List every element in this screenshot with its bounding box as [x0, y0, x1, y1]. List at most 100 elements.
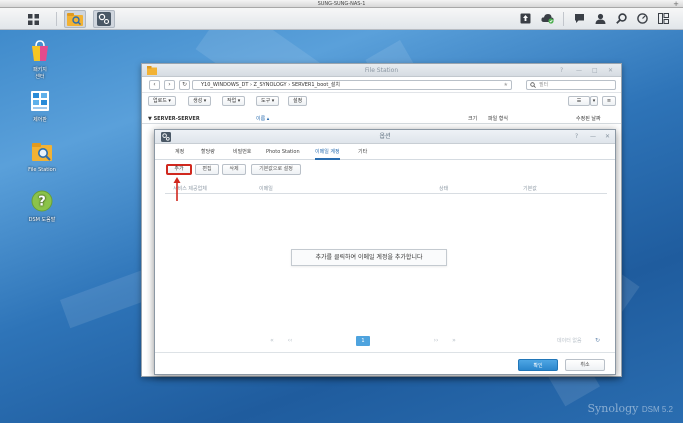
sort-icon: ≡	[606, 98, 612, 104]
dialog-help-icon[interactable]: ?	[575, 130, 578, 144]
filter-input[interactable]: 필터	[526, 80, 616, 90]
edit-button[interactable]: 편집	[195, 164, 219, 175]
tab-account[interactable]: 계정	[175, 144, 184, 160]
chat-bubble-icon	[575, 14, 584, 23]
widgets-button[interactable]	[657, 12, 670, 25]
tools-button[interactable]: 도구 ▾	[256, 96, 280, 106]
desktop-dsm-help[interactable]: ? DSM 도움말	[22, 190, 62, 223]
dsm-version: DSM 5.2	[641, 405, 673, 414]
svg-text:?: ?	[38, 195, 46, 210]
notifications-button[interactable]	[573, 12, 586, 25]
desktop-file-station[interactable]: File Station	[22, 141, 62, 173]
upload-icon	[520, 13, 531, 24]
synology-watermark: Synology DSM 5.2	[588, 402, 673, 415]
package-center-label: 패키지 센터	[33, 67, 47, 80]
current-page[interactable]: 1	[356, 336, 370, 346]
dialog-close-icon[interactable]: ✕	[605, 130, 610, 144]
resource-monitor-button[interactable]	[636, 12, 649, 25]
pagination: « ‹‹ 1 ›› » 데이터 없음 ↻	[165, 334, 607, 348]
tab-email-account[interactable]: 이메일 계정	[315, 144, 340, 160]
brand-name: Synology	[587, 402, 639, 415]
tab-photo-station[interactable]: Photo Station	[266, 144, 300, 160]
last-page-button[interactable]: »	[447, 336, 461, 346]
file-station-toolbar: 업로드 ▾ 생성 ▾ 작업 ▾ 도구 ▾ 설정 ☰ ▾ ≡	[142, 93, 621, 109]
add-button[interactable]: 추가	[166, 164, 192, 175]
search-icon	[530, 82, 536, 88]
dialog-toolbar: 추가 편집 삭제 기본값으로 설정	[155, 160, 615, 178]
column-size[interactable]: 크기	[468, 114, 477, 124]
dialog-footer: 확인 취소	[155, 352, 615, 374]
create-button[interactable]: 생성 ▾	[188, 96, 212, 106]
view-list-button[interactable]: ☰	[568, 96, 590, 106]
control-panel-icon	[31, 91, 49, 111]
tab-other[interactable]: 기타	[358, 144, 367, 160]
main-menu-button[interactable]	[22, 10, 44, 28]
cancel-button[interactable]: 취소	[565, 359, 605, 371]
column-modified[interactable]: 수정된 날짜	[576, 114, 601, 124]
column-type[interactable]: 파일 형식	[488, 114, 508, 124]
dialog-minimize-icon[interactable]: —	[590, 130, 596, 144]
tab-quota[interactable]: 할당량	[201, 144, 215, 160]
cloud-sync-button[interactable]	[541, 12, 554, 25]
dialog-tabs: 계정 할당량 비밀번호 Photo Station 이메일 계정 기타	[155, 144, 615, 160]
user-options-button[interactable]	[594, 12, 607, 25]
next-page-button[interactable]: ››	[429, 336, 443, 346]
help-icon[interactable]: ?	[560, 64, 563, 77]
star-icon[interactable]: ★	[504, 81, 508, 89]
close-icon[interactable]: ✕	[608, 64, 613, 77]
first-page-button[interactable]: «	[265, 336, 279, 346]
file-station-header: File Station ? — □ ✕	[142, 64, 621, 77]
tab-password[interactable]: 비밀번호	[233, 144, 251, 160]
refresh-button[interactable]: ↻	[179, 80, 190, 90]
filter-placeholder: 필터	[539, 82, 549, 88]
delete-button[interactable]: 삭제	[222, 164, 246, 175]
package-bag-icon	[32, 40, 48, 61]
prev-page-button[interactable]: ‹‹	[283, 336, 297, 346]
dsm-help-label: DSM 도움말	[28, 217, 56, 223]
file-station-nav: ‹ › ↻ Y10_WINDOWS_DT › Z_SYNOLOGY › SERV…	[142, 77, 621, 93]
new-tab-button[interactable]: +	[673, 0, 679, 8]
os-title-bar: SUNG-SUNG-NAS-1 +	[0, 0, 683, 8]
folder-search-icon	[67, 12, 83, 26]
gauge-icon	[637, 13, 648, 24]
ok-button[interactable]: 확인	[518, 359, 558, 371]
column-default[interactable]: 기본값	[523, 185, 537, 194]
annotation-arrow-icon	[173, 177, 181, 201]
path-text: Y10_WINDOWS_DT › Z_SYNOLOGY › SERVER1_bo…	[201, 82, 341, 88]
search-button[interactable]	[615, 12, 628, 25]
column-email[interactable]: 이메일	[259, 185, 273, 194]
grid-icon	[27, 13, 39, 25]
forward-button[interactable]: ›	[164, 80, 175, 90]
sort-button[interactable]: ≡	[602, 96, 616, 106]
path-bar[interactable]: Y10_WINDOWS_DT › Z_SYNOLOGY › SERVER1_bo…	[192, 80, 512, 90]
upload-queue-button[interactable]	[519, 12, 532, 25]
set-default-button[interactable]: 기본값으로 설정	[251, 164, 301, 175]
action-button[interactable]: 작업 ▾	[222, 96, 246, 106]
refresh-icon[interactable]: ↻	[595, 334, 600, 348]
gear-panel-icon	[97, 12, 111, 26]
column-name[interactable]: 이름 ▴	[256, 114, 269, 124]
user-icon	[595, 13, 606, 24]
help-question-icon: ?	[31, 190, 53, 212]
minimize-icon[interactable]: —	[576, 64, 582, 77]
column-status[interactable]: 상태	[439, 185, 448, 194]
maximize-icon[interactable]: □	[592, 64, 598, 77]
desktop-control-panel[interactable]: 제어판	[20, 90, 60, 123]
back-button[interactable]: ‹	[149, 80, 160, 90]
window-title: SUNG-SUNG-NAS-1	[317, 1, 366, 7]
view-dropdown-button[interactable]: ▾	[590, 96, 598, 106]
search-icon	[616, 13, 627, 24]
chevron-down-icon: ▾	[592, 98, 596, 104]
options-dialog: 옵션 ? — ✕ 계정 할당량 비밀번호 Photo Station 이메일 계…	[154, 129, 616, 375]
file-list-header: 이름 ▴ 크기 파일 형식 수정된 날짜	[142, 114, 621, 124]
file-station-icon	[32, 143, 52, 161]
taskbar-file-station[interactable]	[64, 10, 86, 28]
desktop-package-center[interactable]: 패키지 센터	[20, 40, 60, 80]
taskbar-control-panel[interactable]	[93, 10, 115, 28]
cloud-check-icon	[541, 14, 554, 24]
upload-button[interactable]: 업로드 ▾	[148, 96, 176, 106]
dialog-header: 옵션 ? — ✕	[155, 130, 615, 144]
file-station-label: File Station	[28, 167, 56, 173]
settings-button[interactable]: 설정	[288, 96, 308, 106]
widget-grid-icon	[658, 13, 669, 24]
